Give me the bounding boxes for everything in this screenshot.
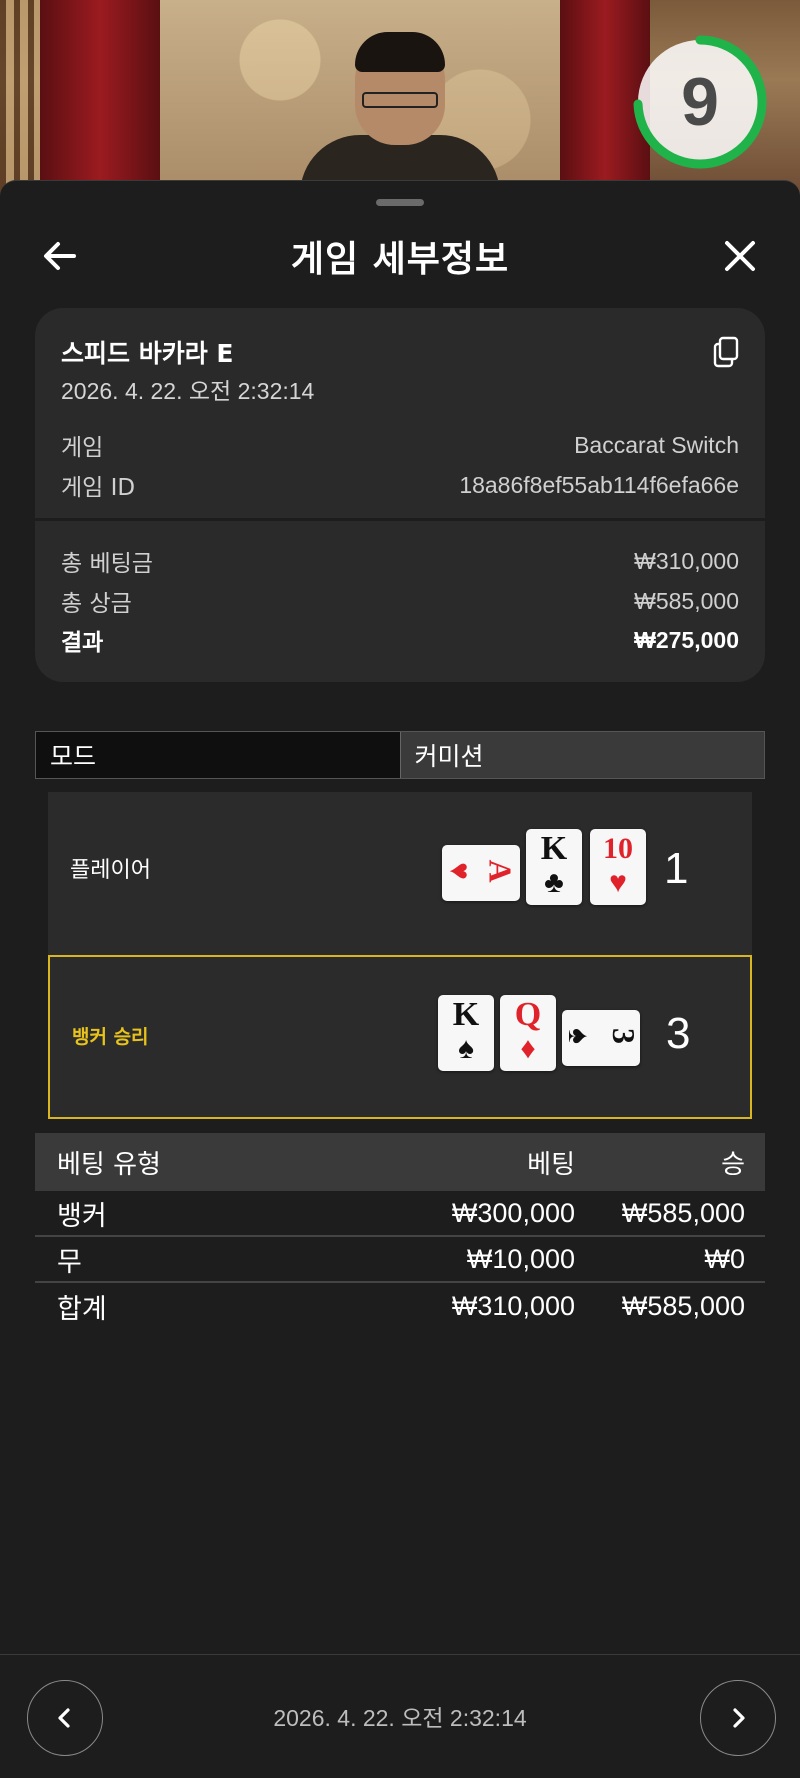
table-row: 뱅커 ₩300,000 ₩585,000 xyxy=(35,1191,765,1237)
header-bet-type: 베팅 유형 xyxy=(57,1149,161,1180)
close-icon xyxy=(725,241,755,271)
total-bet-row: 총 베팅금 ₩310,000 xyxy=(61,543,739,579)
card-ace-hearts: A ♥ xyxy=(442,845,520,901)
sheet-header: 게임 세부정보 xyxy=(0,216,800,296)
tab-mode[interactable]: 모드 xyxy=(36,732,401,778)
result-value: ₩275,000 xyxy=(634,626,739,653)
game-details-sheet: 게임 세부정보 스피드 바카라 E 2026. 4. 22. 오전 2:32:1… xyxy=(0,180,800,1778)
copy-button[interactable] xyxy=(707,332,747,372)
game-id-row: 게임 ID 18a86f8ef55ab114f6efa66e xyxy=(61,467,739,503)
card-king-spades: K ♠ xyxy=(438,995,494,1071)
bet-amount-cell: ₩300,000 xyxy=(451,1197,575,1228)
card-queen-diamonds: Q ♦ xyxy=(500,995,556,1071)
game-info-section: 스피드 바카라 E 2026. 4. 22. 오전 2:32:14 게임 Bac… xyxy=(35,308,765,514)
card-king-clubs: K ♣ xyxy=(526,829,582,905)
banker-hand: 뱅커 승리 K ♠ Q ♦ 3 ♠ 3 xyxy=(48,955,752,1119)
player-score: 1 xyxy=(664,844,689,893)
win-amount-cell: ₩585,000 xyxy=(621,1290,745,1321)
bet-type-cell: 무 xyxy=(57,1246,82,1278)
back-button[interactable] xyxy=(32,228,88,284)
page-title: 게임 세부정보 xyxy=(290,239,510,280)
banker-score: 3 xyxy=(666,1009,691,1058)
result-label: 결과 xyxy=(61,630,104,656)
game-label: 게임 xyxy=(61,435,104,461)
card-three-spades: 3 ♠ xyxy=(562,1010,642,1066)
countdown-timer: 9 xyxy=(630,32,770,172)
total-bet-value: ₩310,000 xyxy=(634,547,739,574)
table-row-total: 합계 ₩310,000 ₩585,000 xyxy=(35,1283,765,1329)
live-video-background: 9 xyxy=(0,0,800,200)
total-bet-label: 총 베팅금 xyxy=(61,551,153,577)
bet-amount-cell: ₩10,000 xyxy=(466,1243,575,1274)
mode-tabs: 모드 커미션 xyxy=(35,731,765,779)
bet-type-cell: 합계 xyxy=(57,1293,107,1325)
total-win-label: 총 상금 xyxy=(61,591,132,617)
game-info-card: 스피드 바카라 E 2026. 4. 22. 오전 2:32:14 게임 Bac… xyxy=(35,308,765,682)
timer-value: 9 xyxy=(681,64,719,140)
footer-nav: 2026. 4. 22. 오전 2:32:14 xyxy=(0,1654,800,1778)
sheet-grabber[interactable] xyxy=(376,199,424,206)
bet-table: 베팅 유형 베팅 승 뱅커 ₩300,000 ₩585,000 무 ₩10,00… xyxy=(35,1133,765,1329)
result-row: 결과 ₩275,000 xyxy=(61,622,739,658)
chevron-right-icon xyxy=(733,1708,745,1728)
tab-commission[interactable]: 커미션 xyxy=(400,732,764,778)
game-row: 게임 Baccarat Switch xyxy=(61,427,739,463)
bet-table-header: 베팅 유형 베팅 승 xyxy=(35,1133,765,1191)
card-ten-hearts: 10 ♥ xyxy=(590,829,646,905)
header-win: 승 xyxy=(721,1149,745,1180)
banker-label: 뱅커 승리 xyxy=(72,1026,149,1048)
bet-amount-cell: ₩310,000 xyxy=(451,1290,575,1321)
total-win-row: 총 상금 ₩585,000 xyxy=(61,583,739,619)
header-bet: 베팅 xyxy=(527,1149,575,1180)
player-label: 플레이어 xyxy=(70,858,151,883)
totals-section: 총 베팅금 ₩310,000 총 상금 ₩585,000 결과 ₩275,000 xyxy=(35,518,765,682)
next-round-button[interactable] xyxy=(700,1680,776,1756)
curtain xyxy=(40,0,160,200)
game-id-label: 게임 ID xyxy=(61,475,136,501)
game-id-value: 18a86f8ef55ab114f6efa66e xyxy=(459,471,739,498)
total-win-value: ₩585,000 xyxy=(634,587,739,614)
win-amount-cell: ₩585,000 xyxy=(621,1197,745,1228)
footer-datetime: 2026. 4. 22. 오전 2:32:14 xyxy=(273,1705,527,1731)
copy-icon xyxy=(713,336,739,368)
table-row: 무 ₩10,000 ₩0 xyxy=(35,1237,765,1283)
game-value: Baccarat Switch xyxy=(574,431,739,458)
game-datetime: 2026. 4. 22. 오전 2:32:14 xyxy=(61,378,315,404)
close-button[interactable] xyxy=(712,228,768,284)
player-hand: 플레이어 A ♥ K ♣ 10 ♥ 1 xyxy=(48,792,752,956)
bet-type-cell: 뱅커 xyxy=(57,1200,107,1232)
dealer xyxy=(300,20,500,200)
win-amount-cell: ₩0 xyxy=(704,1243,746,1274)
arrow-left-icon xyxy=(44,242,76,270)
game-name: 스피드 바카라 E xyxy=(61,339,234,368)
